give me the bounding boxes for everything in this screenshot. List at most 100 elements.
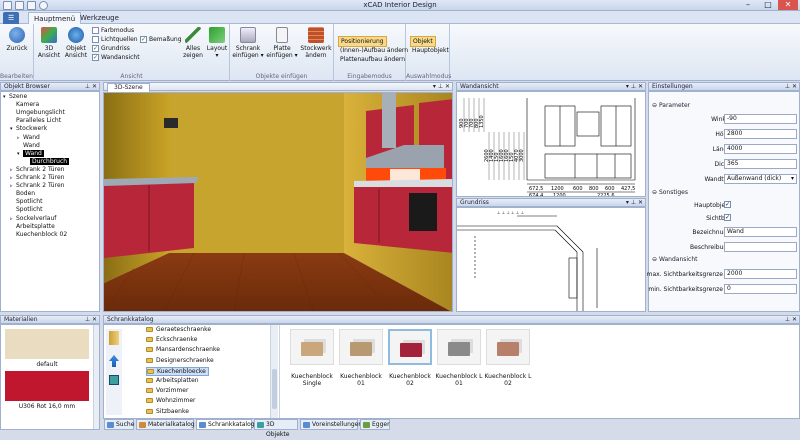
- wandansicht-view[interactable]: 900 700 700 800 1350 2600 1400 150 1600 1600 150 40…: [456, 91, 646, 197]
- dimension-label: 800: [589, 186, 599, 192]
- section-sonstiges[interactable]: ⊖ Sonstiges: [652, 189, 688, 196]
- file-menu-button[interactable]: ☰: [3, 12, 20, 24]
- bottom-tab-label: Voreinstellungen: [312, 421, 363, 428]
- export-icon[interactable]: [109, 375, 119, 385]
- plattenaufbau-aendern-button[interactable]: Plattenaufbau ändern: [338, 55, 407, 64]
- hauptobjekt-mode-button[interactable]: Hauptobjekt: [410, 46, 451, 55]
- new-icon[interactable]: [15, 1, 24, 10]
- tree-item[interactable]: ▾ Stockwerk: [10, 125, 47, 132]
- tree-item[interactable]: ▹ Schrank 2 Türen: [10, 174, 64, 181]
- pin-close-icon[interactable]: ⊥ ✕: [785, 83, 797, 91]
- platte-einfuegen-button[interactable]: Platte einfügen ▾: [266, 27, 298, 59]
- category-item[interactable]: Sitzbaenke: [146, 408, 189, 415]
- category-item[interactable]: Eckschraenke: [146, 336, 197, 343]
- layout-button[interactable]: Layout ▾: [205, 27, 229, 59]
- section-wandansicht[interactable]: ⊖ Wandansicht: [652, 256, 698, 263]
- beschreibung-input[interactable]: [724, 242, 797, 252]
- hauptobjekt-checkbox[interactable]: ✓: [724, 201, 731, 208]
- catalog-item-thumbnail[interactable]: [388, 329, 432, 365]
- bottom-tab[interactable]: Suche: [104, 419, 134, 430]
- tab-icon: [257, 422, 264, 428]
- tree-item[interactable]: ▹ Schrank 2 Türen: [10, 166, 64, 173]
- bemassung-checkbox[interactable]: ✓ Bemaßung: [140, 36, 182, 43]
- pin-close-icon[interactable]: ⊥ ✕: [785, 316, 797, 324]
- schrank-einfuegen-button[interactable]: Schrank einfügen ▾: [232, 27, 264, 59]
- up-arrow-icon[interactable]: [109, 355, 119, 367]
- wandansicht-checkbox[interactable]: ✓ Wandansicht: [92, 54, 140, 61]
- innen-aufbau-aendern-button[interactable]: (Innen-)Aufbau ändern: [338, 46, 410, 55]
- tree-item[interactable]: Durchbruch: [24, 157, 70, 165]
- tree-item[interactable]: Paralleles Licht: [10, 117, 61, 124]
- pin-close-icon[interactable]: ▾ ⊥ ✕: [626, 199, 643, 207]
- laenge-input[interactable]: 4000: [724, 144, 797, 154]
- minimize-button[interactable]: –: [738, 0, 758, 10]
- tab-werkzeuge[interactable]: Werkzeuge: [75, 12, 124, 24]
- category-item[interactable]: Kuechenbloecke: [146, 366, 209, 376]
- category-item[interactable]: Designerschraenke: [146, 357, 214, 364]
- tree-item[interactable]: ▹ Wand: [17, 134, 40, 141]
- catalog-item-thumbnail[interactable]: [486, 329, 530, 365]
- tab-hauptmenue[interactable]: Hauptmenü: [28, 12, 82, 24]
- category-item[interactable]: Geraeteschraenke: [146, 326, 211, 333]
- pin-close-icon[interactable]: ▾ ⊥ ✕: [433, 83, 450, 91]
- tree-item[interactable]: ▾ Szene: [3, 93, 27, 100]
- bottom-tab[interactable]: 3D Objekte: [254, 419, 298, 438]
- catalog-item-thumbnail[interactable]: [437, 329, 481, 365]
- category-item[interactable]: Wohnzimmer: [146, 397, 196, 404]
- min-sichtbarkeitsgrenze-input[interactable]: 0: [724, 284, 797, 294]
- save-icon[interactable]: [27, 1, 36, 10]
- bottom-tab[interactable]: Egger: [360, 419, 390, 430]
- category-item[interactable]: Arbeitsplatten: [146, 377, 199, 384]
- category-scrollbar[interactable]: [270, 325, 278, 418]
- stockwerk-aendern-button[interactable]: Stockwerk ändern: [300, 27, 332, 59]
- bottom-tab[interactable]: Materialkatalog: [136, 419, 195, 430]
- tree-item-label: Schrank 2 Türen: [16, 182, 65, 190]
- alles-zeigen-button[interactable]: Alles zeigen: [182, 27, 204, 59]
- catalog-item-thumbnail[interactable]: [290, 329, 334, 365]
- bezeichnung-input[interactable]: Wand: [724, 227, 797, 237]
- tree-item[interactable]: Spotlicht: [10, 206, 42, 213]
- pin-close-icon[interactable]: ⊥ ✕: [85, 316, 97, 324]
- lichtquellen-checkbox[interactable]: Lichtquellen: [92, 36, 138, 43]
- pin-close-icon[interactable]: ▾ ⊥ ✕: [626, 83, 643, 91]
- tree-item[interactable]: ▹ Schrank 2 Türen: [10, 182, 64, 189]
- category-item[interactable]: Vorzimmer: [146, 387, 188, 394]
- tree-item[interactable]: Wand: [17, 142, 40, 149]
- close-button[interactable]: ✕: [778, 0, 798, 10]
- tree-item[interactable]: Kamera: [10, 101, 39, 108]
- bottom-tab[interactable]: Schrankkatalog: [196, 419, 255, 430]
- section-parameter[interactable]: ⊖ Parameter: [652, 102, 690, 109]
- max-sichtbarkeitsgrenze-input[interactable]: 2000: [724, 269, 797, 279]
- zurueck-button[interactable]: Zurück: [2, 27, 32, 52]
- hoehe-input[interactable]: 2800: [724, 129, 797, 139]
- winkel-input[interactable]: -90: [724, 114, 797, 124]
- book-icon[interactable]: [109, 331, 119, 345]
- wandtyp-select[interactable]: Außenwand (dick) ▾: [724, 174, 797, 184]
- scene-3d-viewport[interactable]: [103, 92, 453, 312]
- materialien-scrollbar[interactable]: [93, 325, 99, 429]
- catalog-item-thumbnail[interactable]: [339, 329, 383, 365]
- grundriss-view[interactable]: ⊥ ⊥ ⊥ ⊥ ⊥ ⊥: [456, 207, 646, 312]
- tree-item[interactable]: ▹ Sockelverlauf: [10, 215, 56, 222]
- app-icon[interactable]: [3, 1, 12, 10]
- tree-item[interactable]: Umgebungslicht: [10, 109, 65, 116]
- tree-item[interactable]: Spotlicht: [10, 198, 42, 205]
- maximize-button[interactable]: □: [758, 0, 778, 10]
- dicke-input[interactable]: 365: [724, 159, 797, 169]
- dimension-label: 600: [605, 186, 615, 192]
- category-item[interactable]: Mansardenschraenke: [146, 346, 220, 353]
- 3d-ansicht-button[interactable]: 3D Ansicht: [36, 27, 62, 59]
- grundriss-checkbox[interactable]: ✓ Grundriss: [92, 45, 130, 52]
- material-swatch-default[interactable]: [5, 329, 89, 359]
- tree-item[interactable]: Boden: [10, 190, 35, 197]
- bottom-tab[interactable]: Voreinstellungen: [300, 419, 362, 430]
- material-swatch-u306[interactable]: [5, 371, 89, 401]
- pin-close-icon[interactable]: ⊥ ✕: [85, 83, 97, 91]
- objekt-ansicht-button[interactable]: Objekt Ansicht: [62, 27, 90, 59]
- undo-icon[interactable]: [39, 1, 48, 10]
- tree-item[interactable]: Arbeitsplatte: [10, 223, 55, 230]
- tree-item[interactable]: ▾ Wand: [17, 149, 44, 157]
- farbmodus-checkbox[interactable]: Farbmodus: [92, 27, 134, 34]
- sichtbar-checkbox[interactable]: ✓: [724, 214, 731, 221]
- tree-item[interactable]: Kuechenblock 02: [10, 231, 67, 238]
